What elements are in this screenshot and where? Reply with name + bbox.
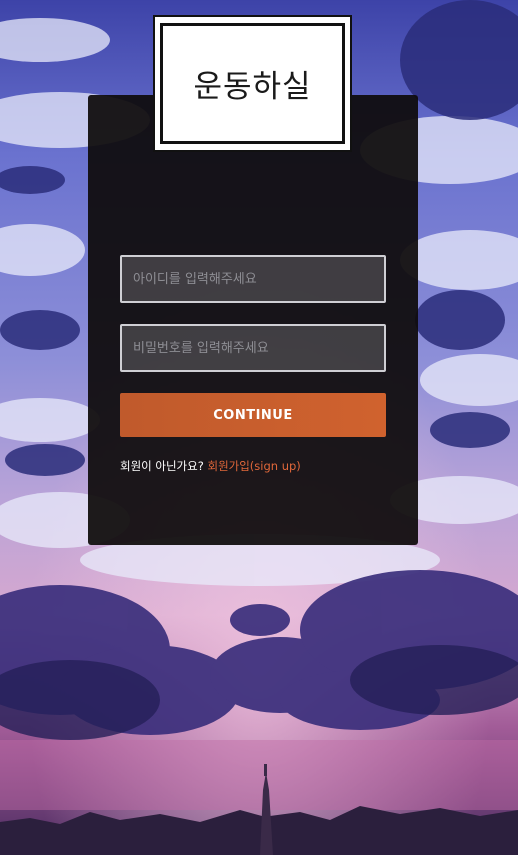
brand-logo-text: 운동하실 bbox=[193, 69, 312, 105]
password-input[interactable] bbox=[120, 324, 386, 372]
brand-logo: 운동하실 bbox=[153, 15, 352, 152]
user-id-input[interactable] bbox=[120, 255, 386, 303]
continue-button[interactable]: CONTINUE bbox=[120, 393, 386, 437]
login-panel bbox=[88, 95, 418, 545]
brand-logo-frame: 운동하실 bbox=[160, 23, 345, 144]
signup-prompt: 회원이 아닌가요? bbox=[120, 459, 204, 473]
signup-row: 회원이 아닌가요? 회원가입(sign up) bbox=[120, 458, 301, 474]
signup-link[interactable]: 회원가입(sign up) bbox=[207, 459, 300, 473]
